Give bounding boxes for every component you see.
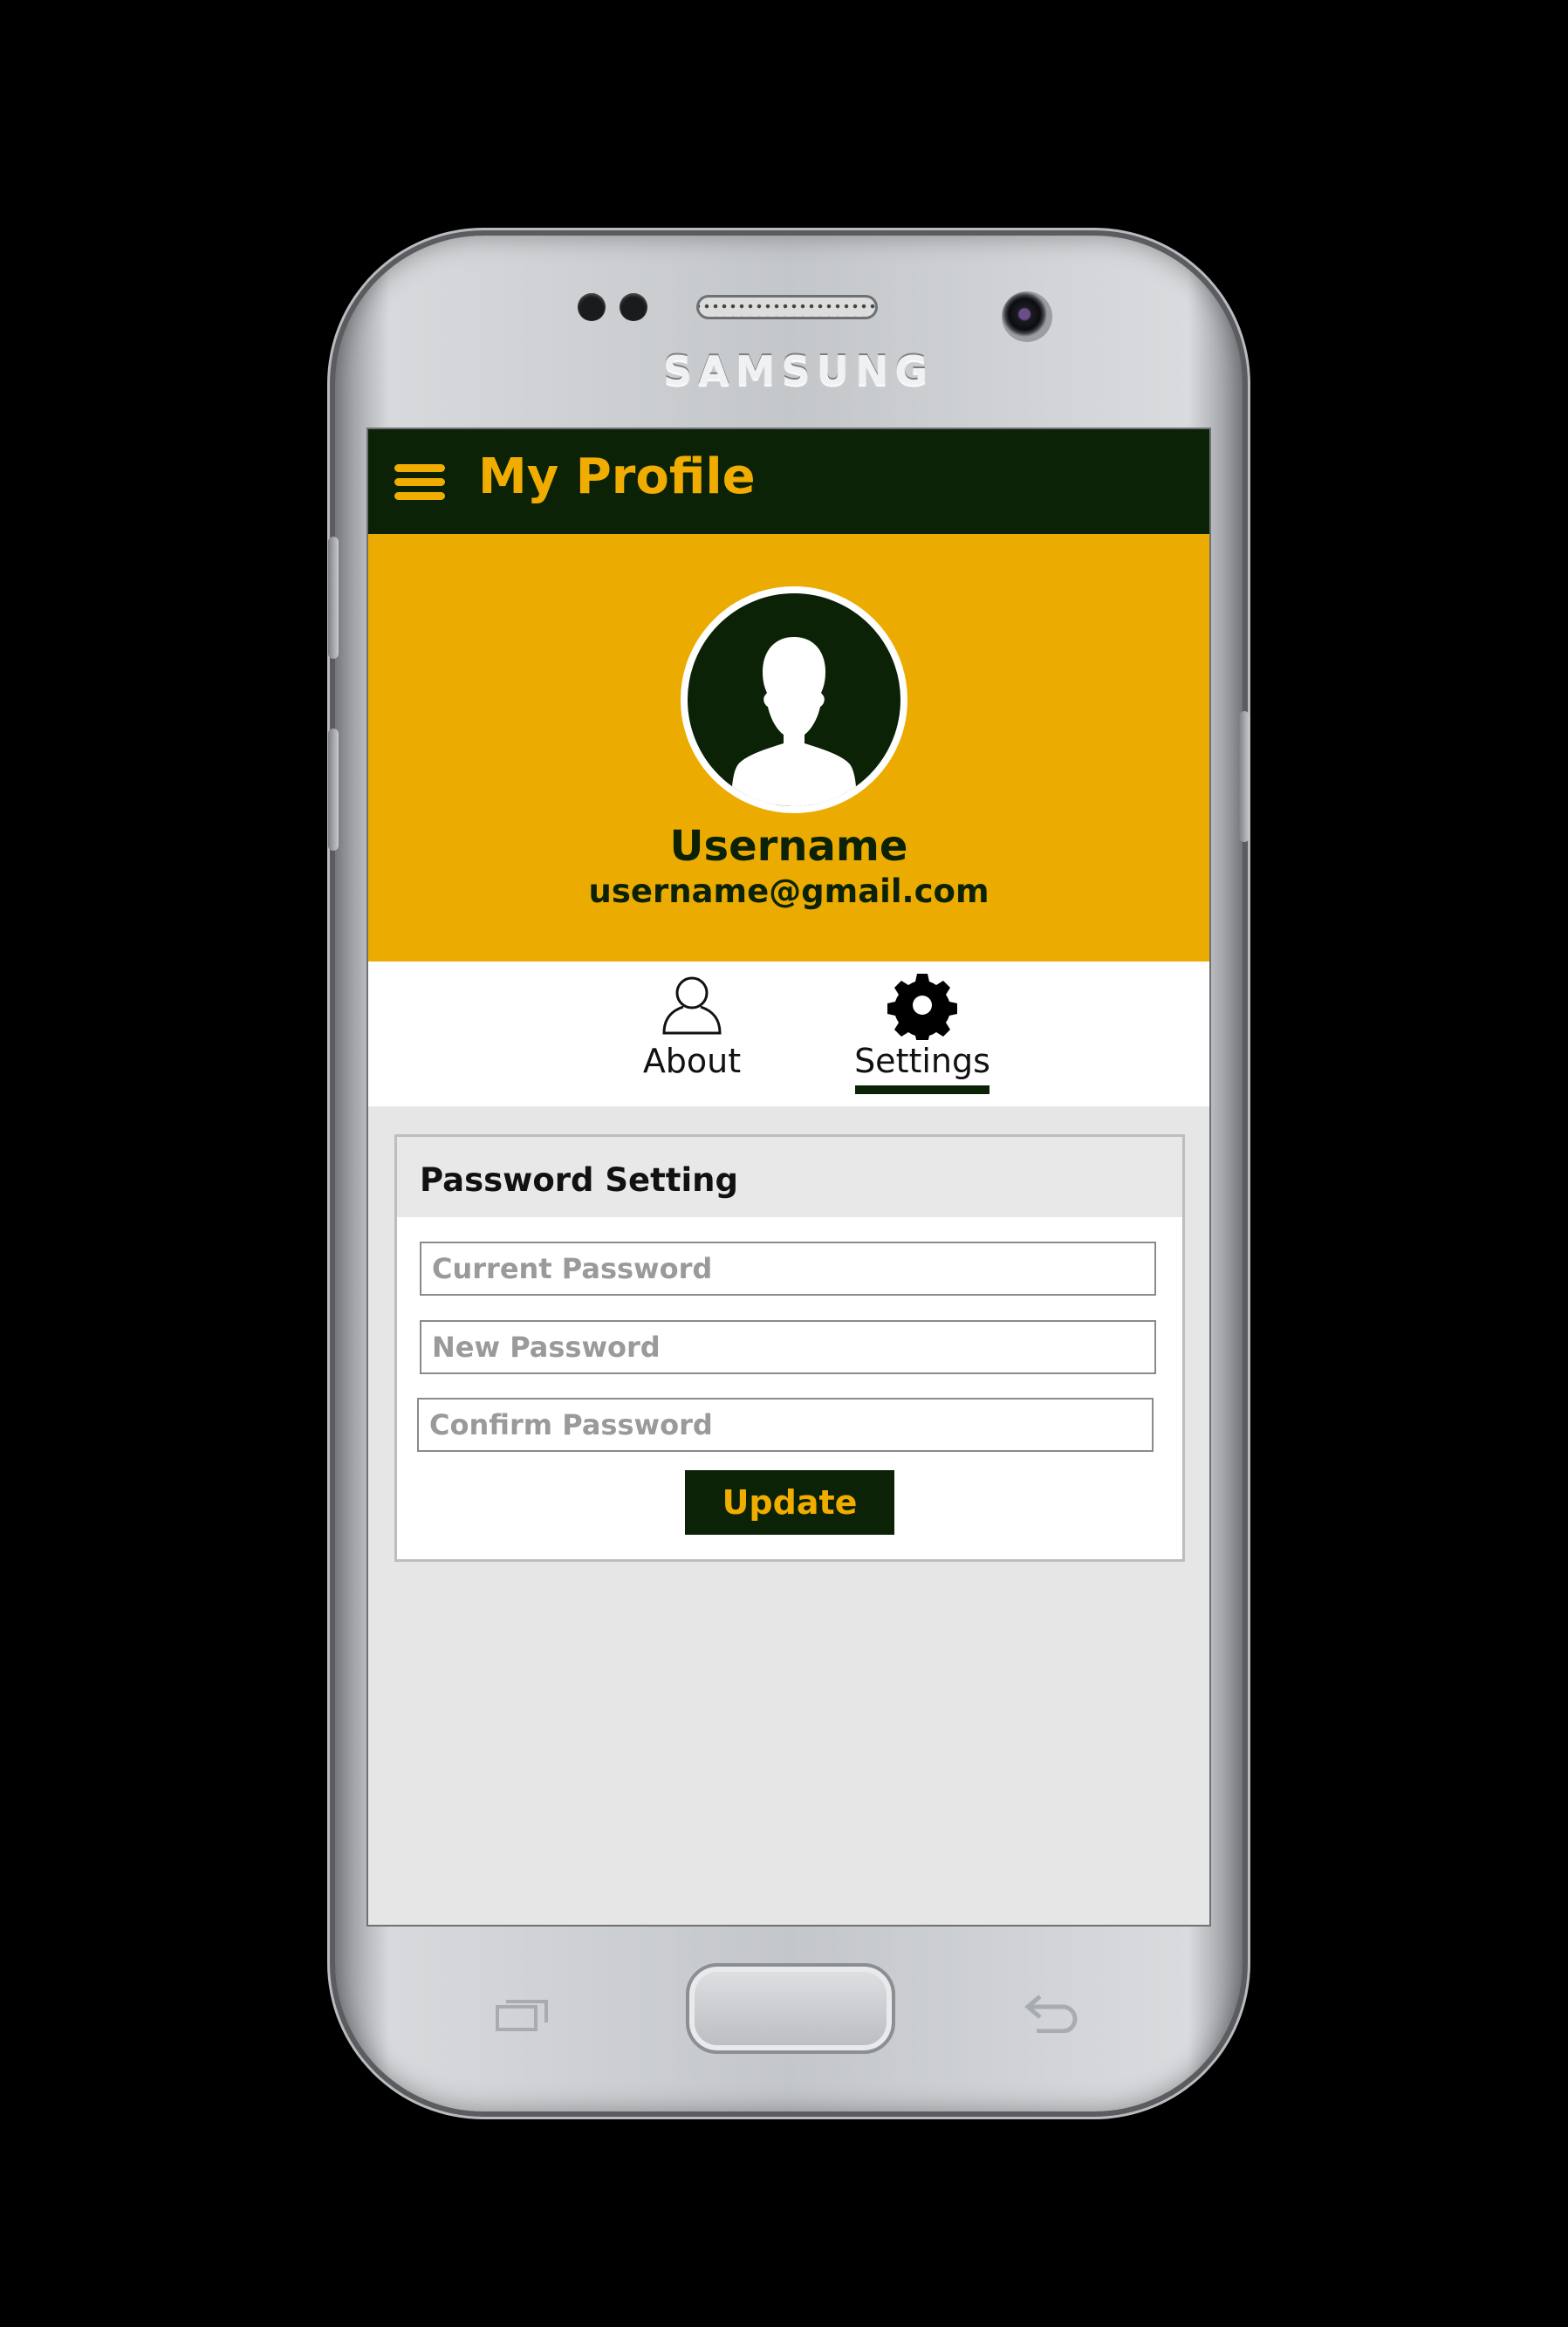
recent-apps-icon[interactable] <box>496 1996 550 2031</box>
sensor-icon <box>578 293 606 321</box>
profile-header: Username username@gmail.com <box>368 534 1209 962</box>
tab-about-label: About <box>642 1042 742 1080</box>
gear-icon <box>887 974 957 1040</box>
app-bar: My Profile <box>368 429 1209 534</box>
back-icon[interactable] <box>1023 1989 1084 2033</box>
hamburger-menu-icon[interactable] <box>394 464 445 503</box>
volume-up-button <box>328 537 339 659</box>
tab-about[interactable]: About <box>605 970 779 1080</box>
power-button <box>1239 711 1250 842</box>
card-header: Password Setting <box>397 1137 1182 1217</box>
person-silhouette-icon <box>731 637 857 806</box>
volume-down-button <box>328 729 339 851</box>
sensor-icon <box>620 293 647 321</box>
active-tab-indicator <box>855 1085 989 1094</box>
card-title: Password Setting <box>420 1161 738 1199</box>
profile-email: username@gmail.com <box>588 873 989 910</box>
profile-username: Username <box>669 822 908 871</box>
current-password-input[interactable] <box>420 1242 1156 1296</box>
tab-settings-label: Settings <box>854 1042 990 1080</box>
page-title: My Profile <box>478 448 756 505</box>
tab-settings[interactable]: Settings <box>835 970 1010 1080</box>
update-button[interactable]: Update <box>685 1470 894 1535</box>
home-button[interactable] <box>686 1963 895 2054</box>
profile-tabs: About Settings <box>368 962 1209 1106</box>
app-screen: My Profile Username username@gmail.com A… <box>366 428 1211 1927</box>
person-outline-icon <box>662 976 722 1035</box>
new-password-input[interactable] <box>420 1320 1156 1374</box>
brand-logo: SAMSUNG <box>663 347 935 394</box>
front-camera-icon <box>1002 291 1052 342</box>
earpiece-speaker <box>696 295 878 319</box>
confirm-password-input[interactable] <box>417 1398 1154 1452</box>
user-avatar-icon[interactable] <box>681 586 907 813</box>
password-setting-card: Password Setting Update <box>394 1134 1185 1562</box>
